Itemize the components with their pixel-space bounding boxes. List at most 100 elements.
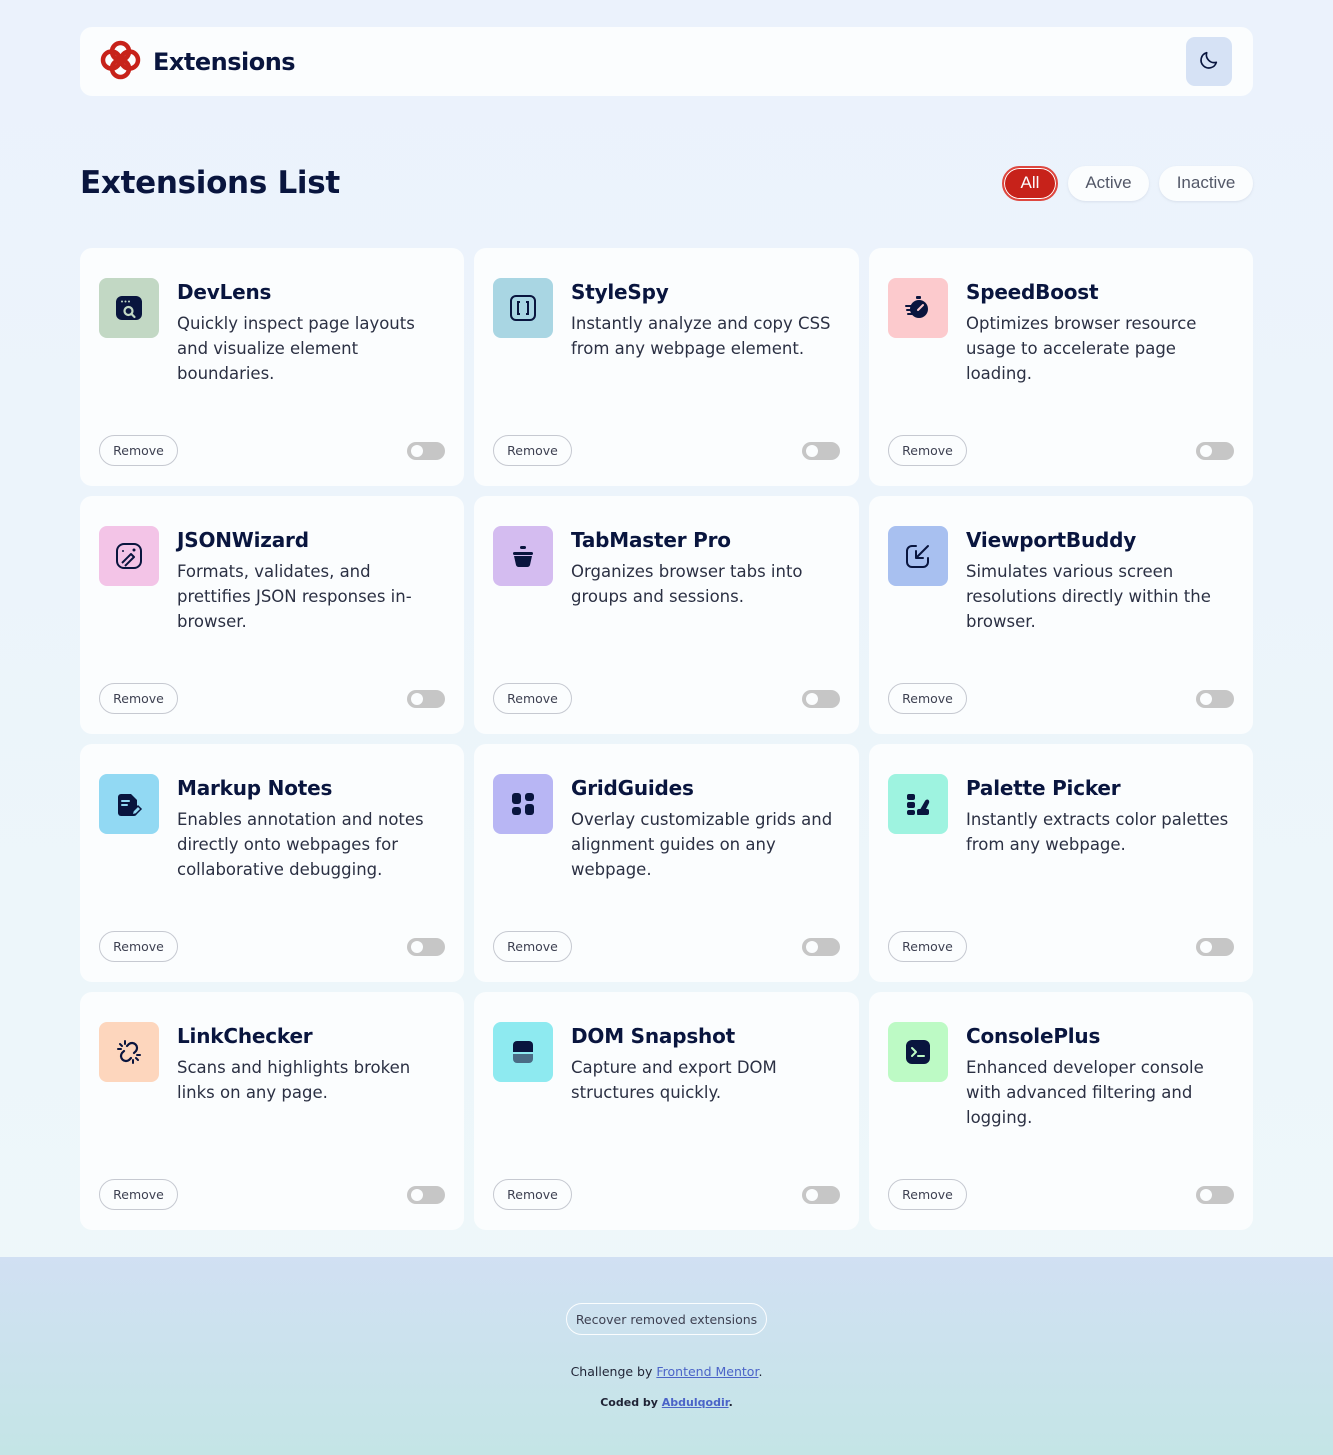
- extension-card: StyleSpy Instantly analyze and copy CSS …: [474, 248, 859, 486]
- extension-name: Palette Picker: [966, 776, 1121, 800]
- extension-description: Instantly extracts color palettes from a…: [966, 810, 1229, 854]
- extension-name: ViewportBuddy: [966, 528, 1137, 552]
- remove-button[interactable]: Remove: [99, 683, 178, 714]
- extension-toggle[interactable]: [802, 1186, 840, 1204]
- extension-description: Capture and export DOM structures quickl…: [571, 1058, 777, 1102]
- extension-name: DOM Snapshot: [571, 1024, 735, 1048]
- markupnotes-icon: [99, 774, 159, 834]
- remove-button[interactable]: Remove: [493, 931, 572, 962]
- extension-toggle[interactable]: [407, 442, 445, 460]
- extension-description: Formats, validates, and prettifies JSON …: [177, 562, 412, 631]
- remove-button[interactable]: Remove: [888, 931, 967, 962]
- coded-suffix: .: [728, 1396, 733, 1409]
- toggle-knob: [806, 1189, 818, 1201]
- extension-card: GridGuides Overlay customizable grids an…: [474, 744, 859, 982]
- palettepicker-icon: [888, 774, 948, 834]
- remove-button[interactable]: Remove: [888, 435, 967, 466]
- extensions-grid: DevLens Quickly inspect page layouts and…: [80, 248, 1253, 1230]
- tabmaster-icon: [493, 526, 553, 586]
- extension-description: Overlay customizable grids and alignment…: [571, 810, 833, 879]
- header: Extensions: [80, 27, 1253, 96]
- logo-icon: [100, 40, 142, 84]
- extension-toggle[interactable]: [802, 690, 840, 708]
- extension-name: SpeedBoost: [966, 280, 1099, 304]
- extension-toggle[interactable]: [407, 938, 445, 956]
- stylespy-icon: [493, 278, 553, 338]
- extension-card: ConsolePlus Enhanced developer console w…: [869, 992, 1253, 1230]
- attribution-prefix: Challenge by: [570, 1364, 657, 1379]
- extension-name: LinkChecker: [177, 1024, 313, 1048]
- consoleplus-icon: [888, 1022, 948, 1082]
- extension-description: Quickly inspect page layouts and visuali…: [177, 314, 415, 383]
- toggle-knob: [1200, 1189, 1212, 1201]
- footer: Recover removed extensions Challenge by …: [0, 1257, 1333, 1455]
- jsonwizard-icon: [99, 526, 159, 586]
- extension-toggle[interactable]: [1196, 442, 1234, 460]
- attribution-suffix: .: [758, 1364, 763, 1379]
- extension-card: Palette Picker Instantly extracts color …: [869, 744, 1253, 982]
- extension-card: JSONWizard Formats, validates, and prett…: [80, 496, 464, 734]
- extension-card: TabMaster Pro Organizes browser tabs int…: [474, 496, 859, 734]
- extension-toggle[interactable]: [802, 442, 840, 460]
- extension-name: GridGuides: [571, 776, 694, 800]
- toggle-knob: [411, 941, 423, 953]
- list-header: Extensions List All Active Inactive: [80, 160, 1253, 206]
- filter-inactive-button[interactable]: Inactive: [1159, 165, 1253, 201]
- moon-icon: [1198, 49, 1220, 75]
- toggle-knob: [806, 693, 818, 705]
- toggle-knob: [411, 445, 423, 457]
- toggle-knob: [1200, 445, 1212, 457]
- toggle-knob: [1200, 941, 1212, 953]
- remove-button[interactable]: Remove: [493, 435, 572, 466]
- toggle-knob: [411, 693, 423, 705]
- extension-toggle[interactable]: [1196, 690, 1234, 708]
- page-title: Extensions List: [80, 165, 340, 201]
- extension-description: Organizes browser tabs into groups and s…: [571, 562, 803, 606]
- viewportbuddy-icon: [888, 526, 948, 586]
- extension-toggle[interactable]: [1196, 938, 1234, 956]
- author-link[interactable]: Abdulqodir: [662, 1396, 729, 1409]
- extension-name: DevLens: [177, 280, 272, 304]
- extension-name: StyleSpy: [571, 280, 669, 304]
- theme-toggle-button[interactable]: [1186, 37, 1232, 86]
- brand: Extensions: [100, 40, 296, 84]
- filter-active-button[interactable]: Active: [1068, 165, 1149, 201]
- linkchecker-icon: [99, 1022, 159, 1082]
- extension-name: Markup Notes: [177, 776, 333, 800]
- remove-button[interactable]: Remove: [888, 1179, 967, 1210]
- extension-name: JSONWizard: [177, 528, 309, 552]
- speedboost-icon: [888, 278, 948, 338]
- filter-all-button[interactable]: All: [1002, 165, 1058, 201]
- coded-prefix: Coded by: [600, 1396, 662, 1409]
- extension-toggle[interactable]: [407, 690, 445, 708]
- attribution: Challenge by Frontend Mentor.: [0, 1364, 1333, 1379]
- extension-description: Scans and highlights broken links on any…: [177, 1058, 411, 1102]
- filter-group: All Active Inactive: [1002, 165, 1253, 201]
- extension-name: ConsolePlus: [966, 1024, 1101, 1048]
- remove-button[interactable]: Remove: [99, 435, 178, 466]
- remove-button[interactable]: Remove: [99, 931, 178, 962]
- remove-button[interactable]: Remove: [493, 683, 572, 714]
- extension-toggle[interactable]: [407, 1186, 445, 1204]
- toggle-knob: [806, 445, 818, 457]
- extension-description: Simulates various screen resolutions dir…: [966, 562, 1211, 631]
- extension-card: LinkChecker Scans and highlights broken …: [80, 992, 464, 1230]
- remove-button[interactable]: Remove: [493, 1179, 572, 1210]
- remove-button[interactable]: Remove: [888, 683, 967, 714]
- extension-name: TabMaster Pro: [571, 528, 731, 552]
- recover-extensions-button[interactable]: Recover removed extensions: [566, 1303, 767, 1335]
- domsnapshot-icon: [493, 1022, 553, 1082]
- coded-by: Coded by Abdulqodir.: [0, 1396, 1333, 1409]
- extension-toggle[interactable]: [1196, 1186, 1234, 1204]
- remove-button[interactable]: Remove: [99, 1179, 178, 1210]
- extension-card: Markup Notes Enables annotation and note…: [80, 744, 464, 982]
- extension-description: Enhanced developer console with advanced…: [966, 1058, 1204, 1127]
- frontend-mentor-link[interactable]: Frontend Mentor: [656, 1364, 758, 1379]
- extension-toggle[interactable]: [802, 938, 840, 956]
- extension-card: DOM Snapshot Capture and export DOM stru…: [474, 992, 859, 1230]
- devlens-icon: [99, 278, 159, 338]
- toggle-knob: [806, 941, 818, 953]
- extension-card: SpeedBoost Optimizes browser resource us…: [869, 248, 1253, 486]
- extension-description: Enables annotation and notes directly on…: [177, 810, 424, 879]
- toggle-knob: [411, 1189, 423, 1201]
